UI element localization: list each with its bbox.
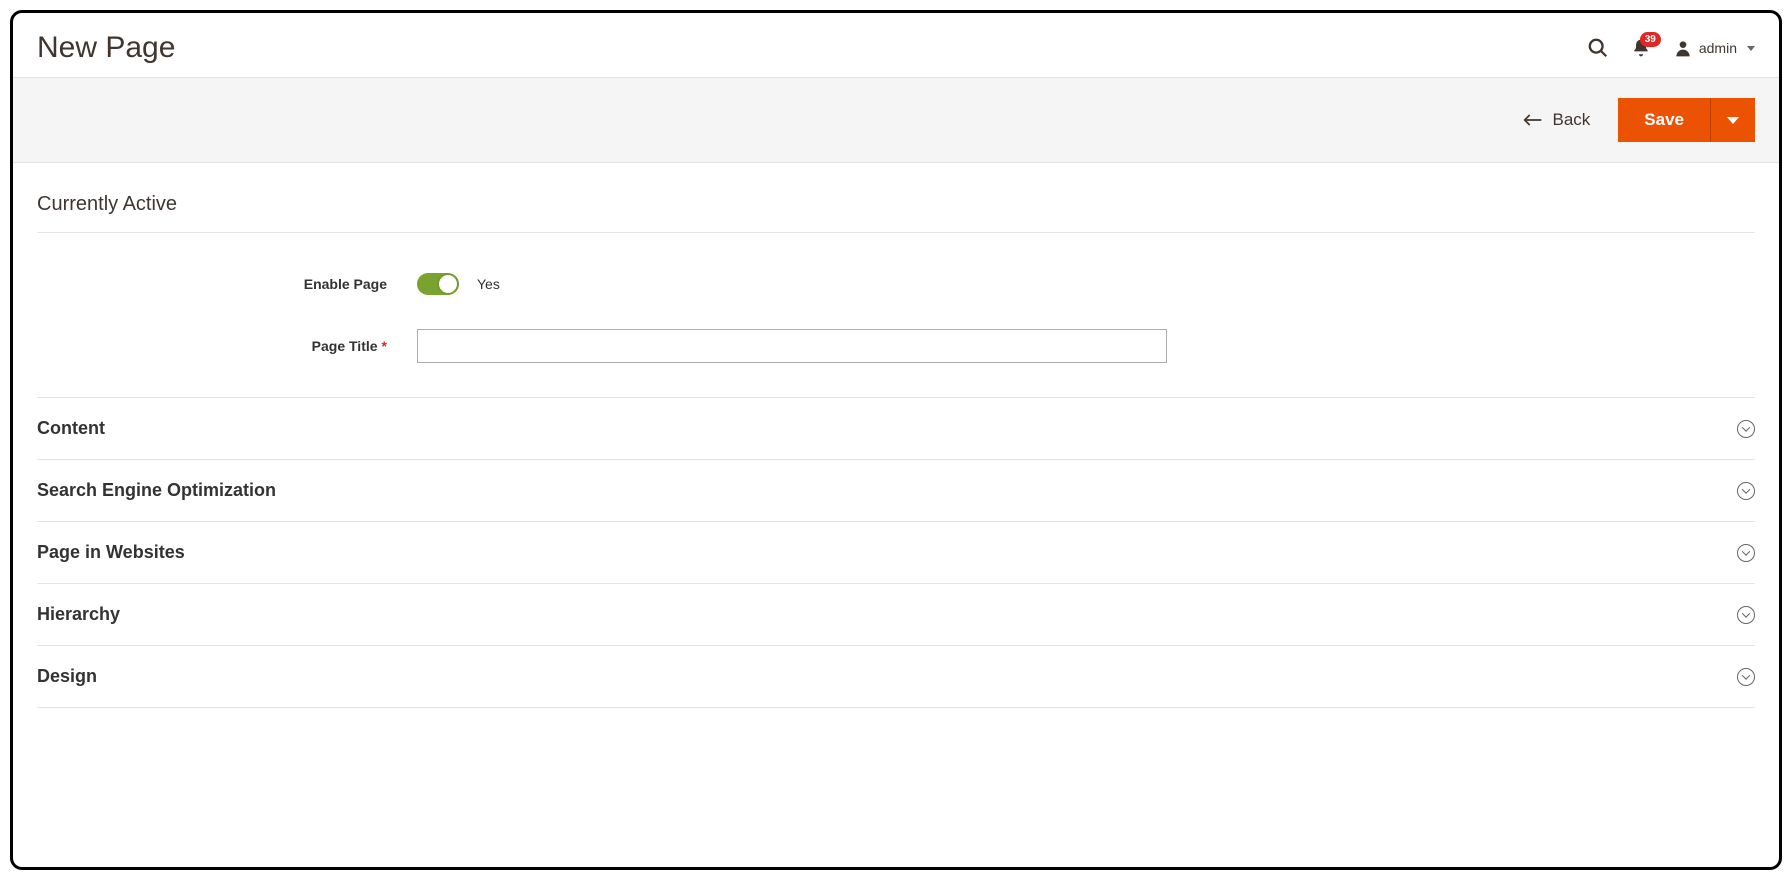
header-tools: 39 admin (1587, 37, 1755, 59)
fieldset-websites[interactable]: Page in Websites (37, 522, 1755, 584)
fieldset-label: Design (37, 666, 97, 687)
chevron-down-icon (1737, 606, 1755, 624)
chevron-down-icon (1737, 668, 1755, 686)
back-button[interactable]: Back (1511, 102, 1603, 138)
fieldset-seo[interactable]: Search Engine Optimization (37, 460, 1755, 522)
chevron-down-icon (1737, 420, 1755, 438)
page-title: New Page (37, 31, 175, 65)
chevron-down-icon (1737, 544, 1755, 562)
enable-page-label: Enable Page (37, 276, 417, 292)
fieldset-label: Content (37, 418, 105, 439)
chevron-down-icon (1747, 46, 1755, 51)
page-title-input[interactable] (417, 329, 1167, 363)
fieldset-label: Page in Websites (37, 542, 185, 563)
user-icon (1673, 38, 1693, 58)
page-title-label: Page Title* (37, 338, 417, 354)
action-bar: Back Save (13, 77, 1779, 163)
enable-page-value: Yes (477, 276, 500, 292)
fieldset-content[interactable]: Content (37, 397, 1755, 460)
save-button[interactable]: Save (1618, 98, 1710, 142)
save-dropdown-toggle[interactable] (1710, 98, 1755, 142)
notifications-badge: 39 (1640, 32, 1661, 47)
page-title-row: Page Title* (37, 329, 1755, 363)
triangle-down-icon (1727, 117, 1739, 124)
fieldset-label: Search Engine Optimization (37, 480, 276, 501)
enable-page-toggle[interactable] (417, 273, 459, 295)
required-asterisk: * (382, 338, 387, 354)
back-label: Back (1553, 110, 1591, 130)
search-icon[interactable] (1587, 37, 1609, 59)
toggle-knob (439, 275, 457, 293)
notifications-icon[interactable]: 39 (1631, 38, 1651, 58)
user-label: admin (1699, 40, 1737, 56)
section-heading: Currently Active (37, 193, 1755, 233)
fieldset-design[interactable]: Design (37, 646, 1755, 708)
save-button-group: Save (1618, 98, 1755, 142)
user-menu[interactable]: admin (1673, 38, 1755, 58)
fieldset-label: Hierarchy (37, 604, 120, 625)
enable-page-row: Enable Page Yes (37, 273, 1755, 295)
chevron-down-icon (1737, 482, 1755, 500)
fieldset-hierarchy[interactable]: Hierarchy (37, 584, 1755, 646)
